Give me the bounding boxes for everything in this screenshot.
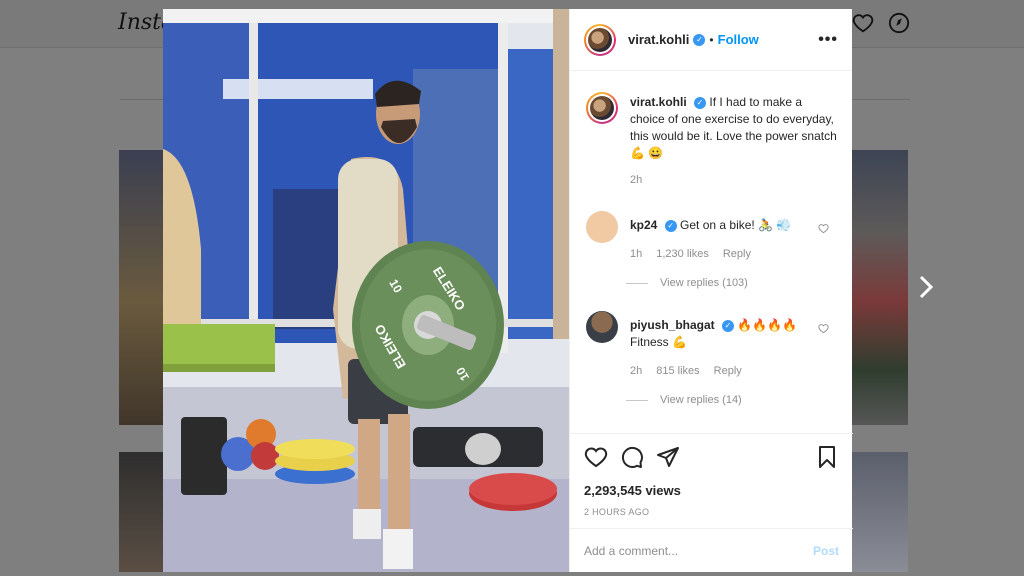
compass-icon[interactable] [888, 12, 910, 34]
comment-likes[interactable]: 815 likes [656, 363, 699, 380]
avatar[interactable] [586, 92, 618, 124]
verified-badge-icon: ✓ [722, 319, 735, 332]
view-replies-button[interactable]: View replies (14) [626, 394, 837, 406]
post-author-username[interactable]: virat.kohli [628, 32, 689, 47]
post-video[interactable]: ELEIKO ELEIKO 10 10 [163, 9, 569, 572]
post-header: virat.kohli ✓ • Follow ••• [570, 9, 852, 71]
view-replies-button[interactable]: View replies (103) [626, 277, 837, 289]
video-frame [163, 9, 569, 572]
caption: virat.kohli ✓ If I had to make a choice … [586, 92, 837, 189]
share-icon[interactable] [656, 445, 680, 469]
list-item: piyush_bhagat ✓ 🔥🔥🔥🔥 Fitness 💪 2h 815 li… [586, 311, 837, 380]
comment-username[interactable]: kp24 [630, 218, 657, 232]
comment-time[interactable]: 1h [630, 246, 642, 263]
avatar[interactable] [584, 23, 616, 56]
verified-badge-icon: ✓ [664, 219, 677, 232]
background-thumbnail[interactable] [119, 150, 163, 425]
post-side-panel: virat.kohli ✓ • Follow ••• virat.kohli ✓… [569, 9, 853, 572]
like-comment-heart-icon[interactable] [818, 223, 829, 234]
more-options-icon[interactable]: ••• [818, 31, 838, 49]
chevron-right-icon[interactable] [914, 272, 938, 302]
comments-list[interactable]: virat.kohli ✓ If I had to make a choice … [570, 72, 853, 432]
background-thumbnail[interactable] [852, 150, 908, 425]
post-comment-button[interactable]: Post [813, 544, 839, 558]
post-timestamp[interactable]: 2 HOURS AGO [584, 507, 839, 517]
avatar[interactable] [586, 311, 618, 343]
verified-badge-icon: ✓ [694, 96, 707, 109]
post-actions: 2,293,545 views 2 HOURS AGO [570, 433, 853, 517]
caption-username[interactable]: virat.kohli [630, 95, 687, 109]
comment-time[interactable]: 2h [630, 363, 642, 380]
background-thumbnail[interactable] [119, 452, 163, 572]
post-modal: ELEIKO ELEIKO 10 10 virat.kohli ✓ • Foll… [163, 9, 853, 572]
comment-likes[interactable]: 1,230 likes [656, 246, 709, 263]
follow-button[interactable]: Follow [718, 32, 759, 47]
comment-icon[interactable] [620, 445, 644, 469]
comment-input[interactable] [584, 543, 813, 558]
save-bookmark-icon[interactable] [815, 445, 839, 469]
like-heart-icon[interactable] [584, 445, 608, 469]
like-comment-heart-icon[interactable] [818, 323, 829, 334]
reply-button[interactable]: Reply [723, 246, 751, 263]
list-item: kp24 ✓ Get on a bike! 🚴 💨 1h 1,230 likes… [586, 211, 837, 263]
comment-text: Get on a bike! 🚴 💨 [680, 218, 792, 232]
reply-button[interactable]: Reply [714, 363, 742, 380]
views-count[interactable]: 2,293,545 views [584, 483, 839, 498]
verified-badge-icon: ✓ [693, 33, 706, 46]
avatar[interactable] [586, 211, 618, 243]
heart-icon[interactable] [852, 12, 874, 34]
comment-username[interactable]: piyush_bhagat [630, 318, 715, 332]
add-comment-bar: Post [570, 528, 853, 572]
caption-time[interactable]: 2h [630, 172, 642, 189]
background-thumbnail[interactable] [852, 452, 908, 572]
separator-dot: • [709, 32, 714, 47]
